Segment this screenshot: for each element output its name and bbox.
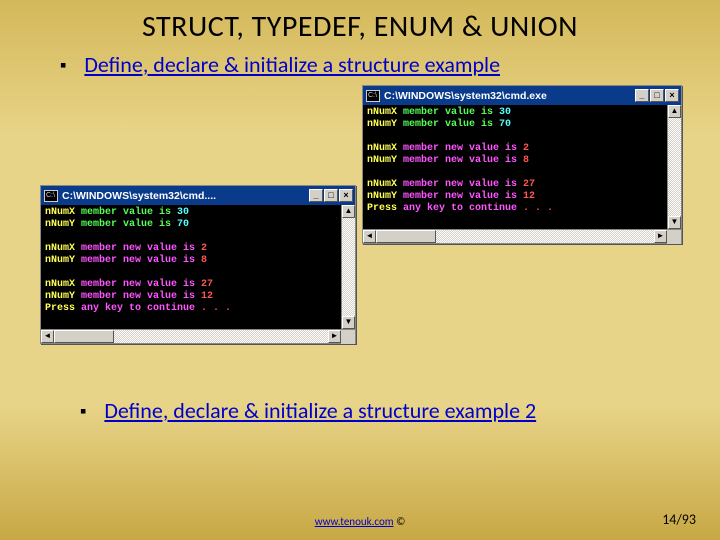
scrollbar-horizontal[interactable]: ◄ ► — [363, 229, 681, 243]
titlebar-text: C:\WINDOWS\system32\cmd.... — [62, 190, 309, 202]
console-output: nNumX member value is 30 nNumY member va… — [41, 205, 355, 329]
screenshots-area: C:\ C:\WINDOWS\system32\cmd.exe _ □ × nN… — [0, 85, 720, 385]
scroll-right-icon[interactable]: ► — [328, 330, 341, 343]
close-button[interactable]: × — [339, 189, 353, 202]
titlebar: C:\ C:\WINDOWS\system32\cmd.exe _ □ × — [363, 86, 681, 105]
bullet-icon: ▪ — [80, 397, 86, 425]
scroll-thumb[interactable] — [376, 230, 436, 243]
console-output: nNumX member value is 30 nNumY member va… — [363, 105, 681, 229]
maximize-button[interactable]: □ — [650, 89, 664, 102]
cmd-icon: C:\ — [366, 90, 380, 102]
cmd-window-right: C:\ C:\WINDOWS\system32\cmd.exe _ □ × nN… — [362, 85, 682, 244]
scroll-thumb[interactable] — [54, 330, 114, 343]
titlebar: C:\ C:\WINDOWS\system32\cmd.... _ □ × — [41, 186, 355, 205]
titlebar-buttons: _ □ × — [635, 89, 679, 102]
scroll-down-icon[interactable]: ▼ — [668, 216, 681, 229]
scroll-down-icon[interactable]: ▼ — [342, 316, 355, 329]
scrollbar-vertical[interactable]: ▲ ▼ — [341, 205, 355, 329]
minimize-button[interactable]: _ — [635, 89, 649, 102]
scroll-right-icon[interactable]: ► — [654, 230, 667, 243]
page-number: 14/93 — [662, 511, 696, 528]
scroll-up-icon[interactable]: ▲ — [342, 205, 355, 218]
cmd-window-left: C:\ C:\WINDOWS\system32\cmd.... _ □ × nN… — [40, 185, 356, 344]
minimize-button[interactable]: _ — [309, 189, 323, 202]
titlebar-buttons: _ □ × — [309, 189, 353, 202]
maximize-button[interactable]: □ — [324, 189, 338, 202]
bullet-icon: ▪ — [60, 51, 66, 79]
link-example-2[interactable]: Define, declare & initialize a structure… — [104, 397, 536, 424]
close-button[interactable]: × — [665, 89, 679, 102]
bullet-item-2: ▪ Define, declare & initialize a structu… — [0, 397, 720, 425]
scroll-up-icon[interactable]: ▲ — [668, 105, 681, 118]
titlebar-text: C:\WINDOWS\system32\cmd.exe — [384, 90, 635, 102]
footer-link[interactable]: www.tenouk.com — [315, 515, 394, 528]
bullet-item-1: ▪ Define, declare & initialize a structu… — [0, 51, 720, 79]
copyright-text: © — [394, 515, 406, 528]
scroll-left-icon[interactable]: ◄ — [41, 330, 54, 343]
page-title: STRUCT, TYPEDEF, ENUM & UNION — [0, 0, 720, 51]
footer: www.tenouk.com © — [0, 515, 720, 528]
link-example-1[interactable]: Define, declare & initialize a structure… — [84, 51, 500, 78]
cmd-icon: C:\ — [44, 190, 58, 202]
scroll-left-icon[interactable]: ◄ — [363, 230, 376, 243]
scrollbar-horizontal[interactable]: ◄ ► — [41, 329, 355, 343]
scrollbar-vertical[interactable]: ▲ ▼ — [667, 105, 681, 229]
